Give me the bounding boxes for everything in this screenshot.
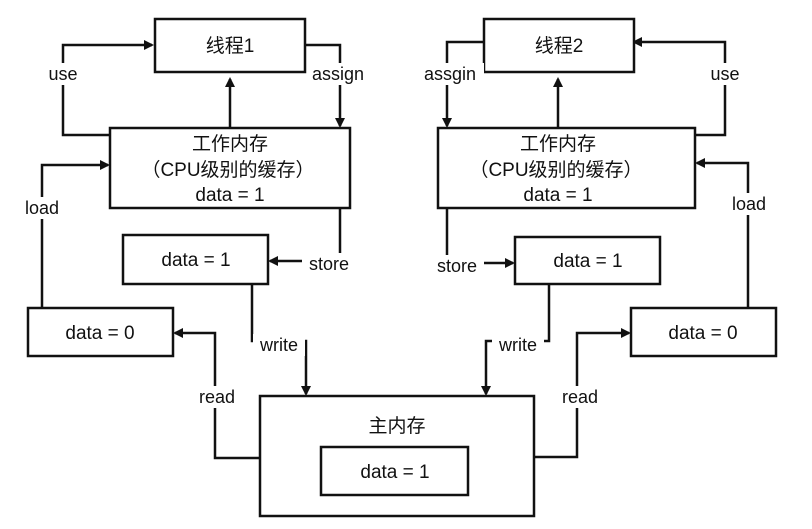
left-use-label: use	[48, 64, 77, 84]
left-use-arrow	[61, 40, 154, 137]
right-assign-label: assgin	[424, 64, 476, 84]
left-work-memory-title: 工作内存	[192, 133, 268, 155]
thread2-label: 线程2	[535, 35, 584, 57]
left-write-label: write	[259, 335, 298, 355]
right-read-label: read	[562, 387, 598, 407]
left-load-arrow	[40, 160, 110, 308]
right-store-label: store	[437, 256, 477, 276]
left-load-label: load	[25, 198, 59, 218]
left-store-buffer-value: data = 1	[161, 250, 230, 271]
right-work-memory-title: 工作内存	[520, 133, 596, 155]
memory-model-diagram: 线程1 工作内存 （CPU级别的缓存） data = 1 data = 1 da…	[20, 17, 778, 518]
right-work-memory-value: data = 1	[523, 185, 592, 206]
main-memory-value: data = 1	[360, 462, 429, 483]
right-read-buffer-value: data = 0	[668, 323, 737, 344]
thread1-label: 线程1	[206, 35, 255, 57]
right-use-arrow	[632, 37, 727, 137]
right-load-arrow	[695, 158, 750, 308]
main-memory-title: 主内存	[368, 415, 425, 437]
right-load-label: load	[732, 194, 766, 214]
left-store-label: store	[309, 254, 349, 274]
left-assign-label: assign	[312, 64, 364, 84]
left-work-memory-subtitle: （CPU级别的缓存）	[141, 159, 314, 181]
left-assign-arrow	[305, 43, 345, 128]
left-read-label: read	[199, 387, 235, 407]
right-store-buffer-value: data = 1	[553, 251, 622, 272]
right-use-label: use	[710, 64, 739, 84]
left-read-buffer-value: data = 0	[65, 323, 134, 344]
right-work-memory-subtitle: （CPU级别的缓存）	[469, 159, 642, 181]
left-work-memory-value: data = 1	[195, 185, 264, 206]
right-write-label: write	[498, 335, 537, 355]
right-store-arrow	[445, 208, 515, 268]
